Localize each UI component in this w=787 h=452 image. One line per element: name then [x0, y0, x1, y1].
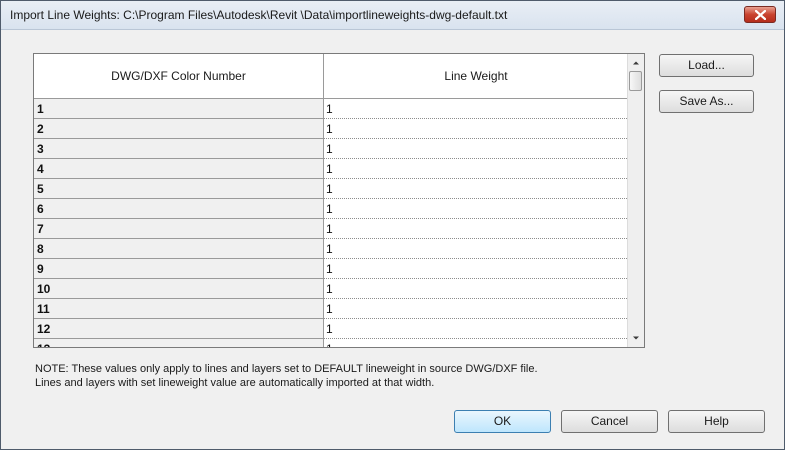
color-number-cell: 7	[34, 218, 324, 239]
color-number-cell: 6	[34, 198, 324, 219]
color-number-cell: 9	[34, 258, 324, 279]
line-weight-cell[interactable]: 1	[323, 278, 629, 299]
line-weight-cell[interactable]: 1	[323, 318, 629, 339]
scrollbar-thumb[interactable]	[629, 71, 642, 91]
table-row: 71	[34, 218, 629, 239]
line-weights-table: DWG/DXF Color Number Line Weight 11 21 3…	[34, 54, 629, 347]
color-number-cell: 8	[34, 238, 324, 259]
line-weight-cell[interactable]: 1	[323, 238, 629, 259]
column-header-color-number: DWG/DXF Color Number	[34, 54, 324, 99]
chevron-down-icon[interactable]	[631, 333, 641, 343]
table-row: 21	[34, 118, 629, 139]
line-weight-cell[interactable]: 1	[323, 178, 629, 199]
help-button[interactable]: Help	[668, 410, 765, 433]
color-number-cell: 12	[34, 318, 324, 339]
color-number-cell: 13	[34, 338, 324, 347]
save-as-button[interactable]: Save As...	[659, 90, 754, 113]
line-weight-cell[interactable]: 1	[323, 298, 629, 319]
note-line-2: Lines and layers with set lineweight val…	[35, 377, 435, 389]
import-line-weights-dialog: Import Line Weights: C:\Program Files\Au…	[0, 0, 785, 450]
grid-viewport: DWG/DXF Color Number Line Weight 11 21 3…	[34, 54, 629, 347]
table-row: 11 1	[34, 298, 629, 319]
line-weight-cell[interactable]: 1	[323, 98, 629, 119]
note-line-1: NOTE: These values only apply to lines a…	[35, 363, 538, 375]
table-row: 11	[34, 98, 629, 119]
table-row: 91	[34, 258, 629, 279]
vertical-scrollbar[interactable]	[627, 54, 644, 347]
table-row: 61	[34, 198, 629, 219]
table-row: 131	[34, 338, 629, 347]
note-text: NOTE: These values only apply to lines a…	[35, 362, 538, 390]
table-row: 41	[34, 158, 629, 179]
color-number-cell: 5	[34, 178, 324, 199]
dialog-title: Import Line Weights: C:\Program Files\Au…	[10, 8, 508, 22]
close-icon	[755, 10, 766, 20]
table-row: 12 1	[34, 318, 629, 339]
color-number-cell: 4	[34, 158, 324, 179]
line-weight-cell[interactable]: 1	[323, 218, 629, 239]
color-number-cell: 2	[34, 118, 324, 139]
table-row: 81	[34, 238, 629, 259]
table-row: 31	[34, 138, 629, 159]
line-weight-cell[interactable]: 1	[323, 338, 629, 347]
line-weight-cell[interactable]: 1	[323, 118, 629, 139]
line-weight-cell[interactable]: 1	[323, 138, 629, 159]
line-weight-cell[interactable]: 1	[323, 198, 629, 219]
line-weights-grid: DWG/DXF Color Number Line Weight 11 21 3…	[33, 53, 645, 348]
line-weight-cell[interactable]: 1	[323, 158, 629, 179]
line-weight-cell[interactable]: 1	[323, 258, 629, 279]
color-number-cell: 10	[34, 278, 324, 299]
color-number-cell: 3	[34, 138, 324, 159]
color-number-cell: 1	[34, 98, 324, 119]
table-row: 51	[34, 178, 629, 199]
title-bar: Import Line Weights: C:\Program Files\Au…	[1, 1, 784, 30]
table-header-row: DWG/DXF Color Number Line Weight	[34, 54, 629, 99]
close-button[interactable]	[744, 6, 776, 23]
color-number-cell: 11	[34, 298, 324, 319]
chevron-up-icon[interactable]	[631, 58, 641, 68]
ok-button[interactable]: OK	[454, 410, 551, 433]
load-button[interactable]: Load...	[659, 54, 754, 77]
column-header-line-weight: Line Weight	[323, 54, 629, 99]
table-row: 10 1	[34, 278, 629, 299]
cancel-button[interactable]: Cancel	[561, 410, 658, 433]
